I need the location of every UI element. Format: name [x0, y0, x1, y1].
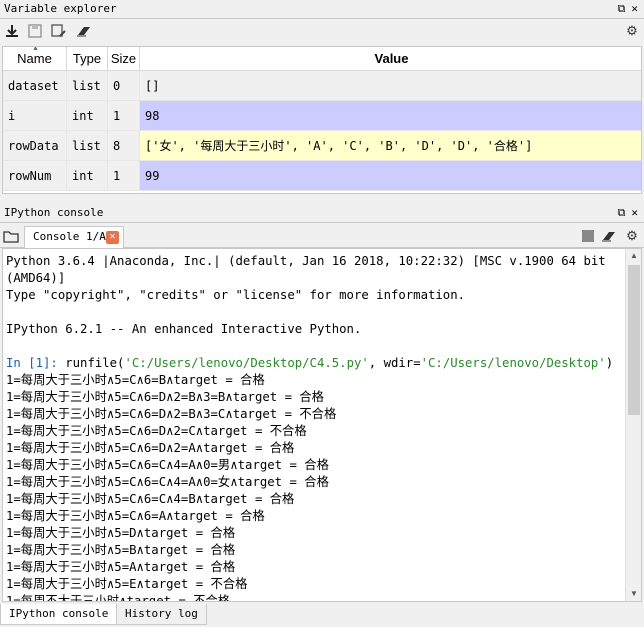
ipython-console-title: IPython console	[4, 206, 104, 219]
undock-icon[interactable]: ⧉	[618, 0, 626, 18]
column-header-value[interactable]: Value	[140, 47, 641, 71]
console-scrollbar[interactable]: ▲ ▼	[625, 249, 641, 601]
console-tab-bar: Console 1/A ✕ ⚙	[0, 224, 644, 248]
output-line: 1=每周大于三小时∧5=C∧6=C∧4=A∧0=男∧target = 合格	[6, 458, 329, 472]
close-pane-icon[interactable]: ✕	[631, 204, 638, 222]
scroll-down-icon[interactable]: ▼	[626, 587, 641, 601]
output-line: 1=每周大于三小时∧5=D∧target = 合格	[6, 526, 236, 540]
input-prompt: In [1]:	[6, 356, 58, 370]
console-text: Python 3.6.4 |Anaconda, Inc.| (default, …	[6, 253, 626, 602]
console-output-area[interactable]: Python 3.6.4 |Anaconda, Inc.| (default, …	[2, 248, 642, 602]
options-gear-icon[interactable]: ⚙	[624, 228, 640, 244]
output-line: 1=每周大于三小时∧5=C∧6=D∧2=A∧target = 合格	[6, 441, 295, 455]
output-line: 1=每周大于三小时∧5=C∧6=D∧2=C∧target = 不合格	[6, 424, 307, 438]
variable-explorer-toolbar: ⚙	[0, 19, 644, 45]
scroll-up-icon[interactable]: ▲	[626, 249, 641, 263]
save-data-icon[interactable]	[27, 23, 43, 39]
tab-label: Console 1/A	[33, 230, 106, 243]
output-line: 1=每周大于三小时∧5=C∧6=C∧4=B∧target = 合格	[6, 492, 295, 506]
close-tab-icon[interactable]: ✕	[106, 231, 119, 244]
undock-icon[interactable]: ⧉	[618, 204, 626, 222]
tab-history-log[interactable]: History log	[116, 604, 207, 625]
column-header-size[interactable]: Size	[108, 47, 140, 71]
eraser-icon[interactable]	[76, 23, 92, 39]
title-separator	[0, 222, 644, 223]
variable-explorer-title: Variable explorer	[4, 2, 117, 15]
banner-line: (AMD64)]	[6, 271, 66, 285]
output-line: 1=每周大于三小时∧5=A∧target = 合格	[6, 560, 236, 574]
output-line: 1=每周不大于三小时∧target = 不合格	[6, 594, 231, 602]
output-line: 1=每周大于三小时∧5=C∧6=C∧4=A∧0=女∧target = 合格	[6, 475, 329, 489]
close-pane-icon[interactable]: ✕	[631, 0, 638, 18]
variable-table-header: Name Type Size Value ▲	[3, 46, 641, 71]
column-header-type[interactable]: Type	[67, 47, 108, 71]
save-data-as-icon[interactable]	[51, 23, 67, 39]
output-line: 1=每周大于三小时∧5=E∧target = 不合格	[6, 577, 248, 591]
import-data-icon[interactable]	[4, 23, 20, 39]
command-line: In [1]: runfile('C:/Users/lenovo/Desktop…	[6, 356, 614, 370]
output-line: 1=每周大于三小时∧5=C∧6=D∧2=B∧3=B∧target = 合格	[6, 390, 324, 404]
ipython-console-title-bar: IPython console ⧉ ✕	[0, 204, 644, 222]
banner-line: Python 3.6.4 |Anaconda, Inc.| (default, …	[6, 254, 606, 268]
sort-indicator-icon: ▲	[32, 46, 39, 52]
table-row[interactable]: rowNum int 1 99	[3, 161, 641, 191]
folder-icon[interactable]	[3, 228, 19, 244]
output-line: 1=每周大于三小时∧5=C∧6=B∧target = 合格	[6, 373, 265, 387]
output-line: 1=每周大于三小时∧5=C∧6=A∧target = 合格	[6, 509, 265, 523]
table-row[interactable]: dataset list 0 []	[3, 71, 641, 101]
variable-table: Name Type Size Value ▲ dataset list 0 []…	[2, 46, 642, 194]
stop-icon[interactable]	[580, 228, 596, 244]
table-row[interactable]: i int 1 98	[3, 101, 641, 131]
eraser-icon[interactable]	[601, 228, 617, 244]
tab-console-1a[interactable]: Console 1/A ✕	[24, 226, 124, 248]
output-line: 1=每周大于三小时∧5=B∧target = 合格	[6, 543, 236, 557]
output-line: 1=每周大于三小时∧5=C∧6=D∧2=B∧3=C∧target = 不合格	[6, 407, 337, 421]
script-path: 'C:/Users/lenovo/Desktop/C4.5.py'	[124, 356, 369, 370]
banner-line: IPython 6.2.1 -- An enhanced Interactive…	[6, 322, 362, 336]
banner-line: Type "copyright", "credits" or "license"…	[6, 288, 466, 302]
table-row[interactable]: rowData list 8 ['女', '每周大于三小时', 'A', 'C'…	[3, 131, 641, 161]
options-gear-icon[interactable]: ⚙	[624, 23, 640, 39]
tab-ipython-console[interactable]: IPython console	[0, 604, 118, 625]
working-dir: 'C:/Users/lenovo/Desktop'	[420, 356, 606, 370]
scrollbar-thumb[interactable]	[628, 265, 640, 415]
variable-explorer-title-bar: Variable explorer ⧉ ✕	[0, 0, 644, 18]
bottom-tab-bar: IPython console History log	[0, 603, 644, 627]
